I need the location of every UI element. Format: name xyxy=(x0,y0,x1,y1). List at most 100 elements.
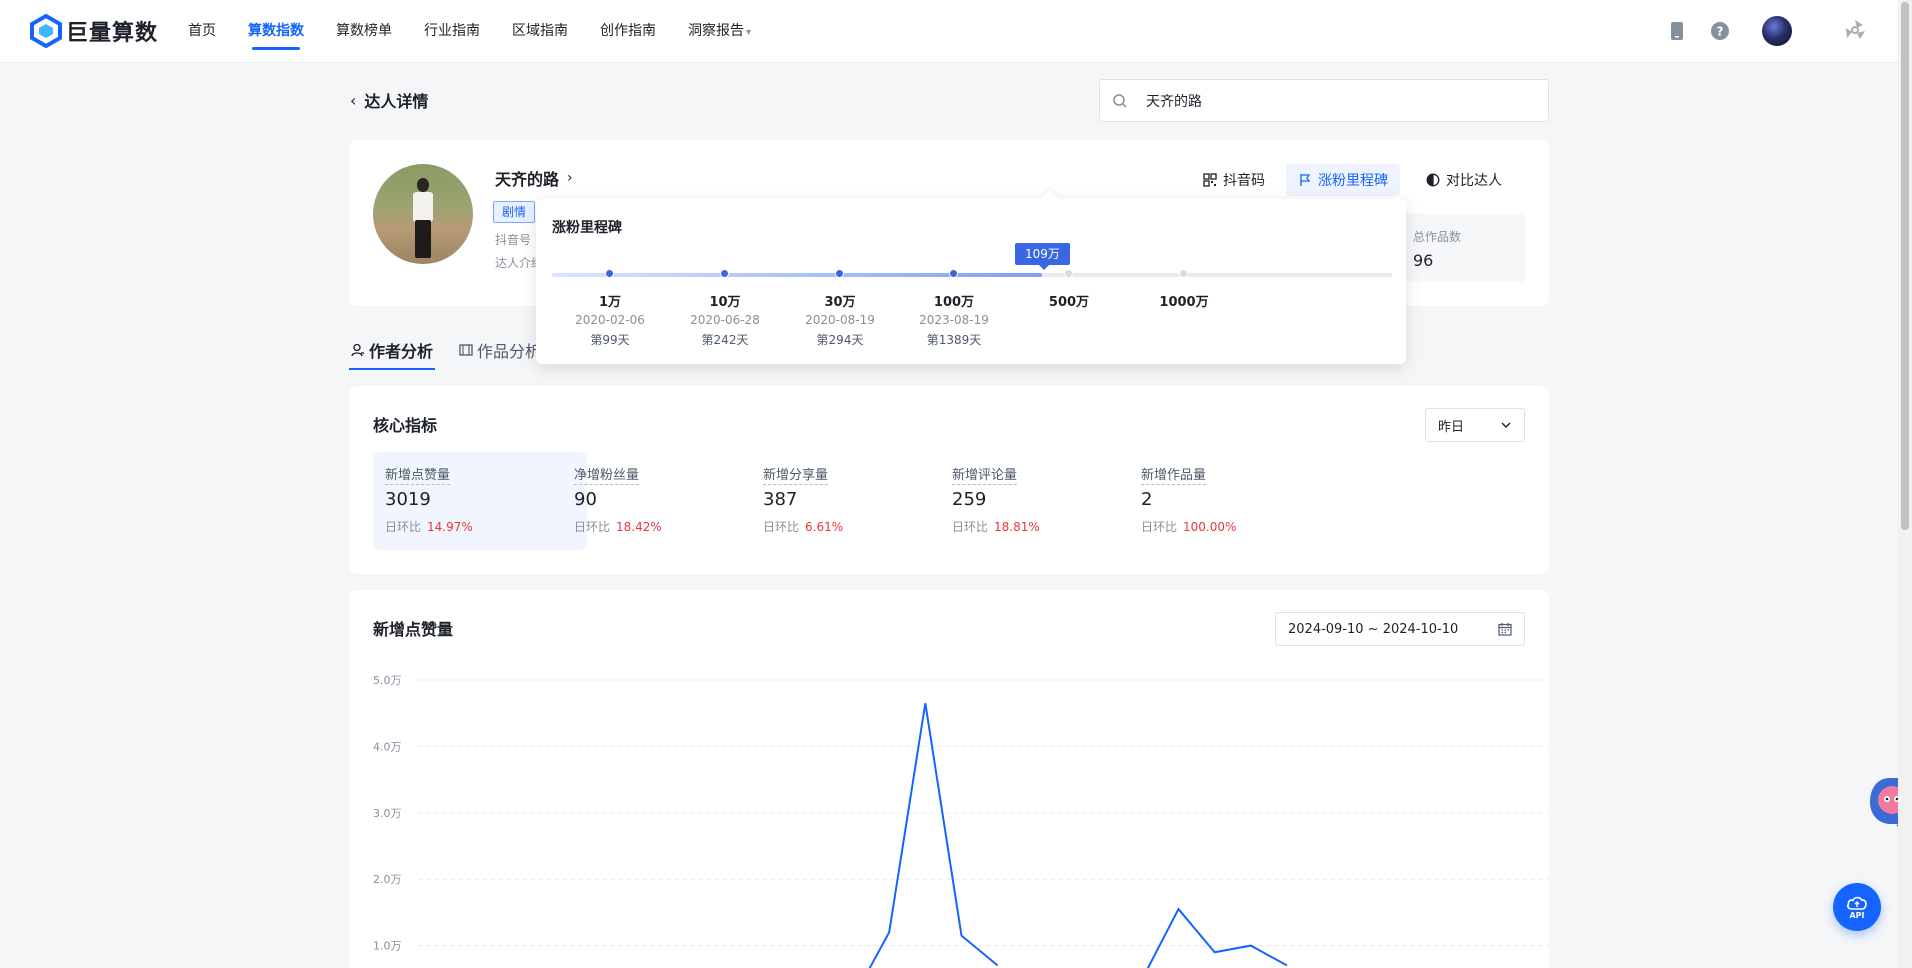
period-value: 昨日 xyxy=(1438,419,1465,435)
y-tick-label: 1.0万 xyxy=(373,940,402,953)
nav-item-6[interactable]: 洞察报告 ▾ xyxy=(688,0,751,63)
total-works-stat: 总作品数 96 xyxy=(1401,214,1525,282)
nav-item-1[interactable]: 算数指数 xyxy=(248,0,304,63)
nav-item-4[interactable]: 区域指南 xyxy=(512,0,568,63)
milestone-track xyxy=(552,273,1392,277)
likes-line-chart: 1.0万 2.0万 3.0万 4.0万 5.0万 xyxy=(373,674,1549,968)
chevron-down-icon xyxy=(1501,422,1511,428)
metric-compare: 日环比 18.42% xyxy=(574,518,764,535)
milestone-dot xyxy=(949,269,958,278)
compare-label: 对比达人 xyxy=(1446,173,1502,189)
search-box[interactable] xyxy=(1099,79,1549,122)
milestone-dot xyxy=(1179,269,1188,278)
page-title: 达人详情 xyxy=(364,92,429,111)
metric-compare: 日环比 14.97% xyxy=(385,518,575,535)
douyin-id-label: 抖音号 xyxy=(495,233,532,247)
likes-chart-card: 新增点赞量 2024-09-10 ~ 2024-10-10 1.0万 2.0万 3.… xyxy=(349,590,1549,968)
metric-label: 净增粉丝量 xyxy=(574,464,640,485)
compare-label: 日环比 xyxy=(574,520,611,534)
tab-0[interactable]: 作者分析 xyxy=(349,330,436,370)
chevron-left-icon: ‹ xyxy=(350,90,357,110)
milestone-dot xyxy=(1064,269,1073,278)
metric-value: 2 xyxy=(1141,489,1153,510)
milestone-level: 500万 xyxy=(1048,295,1090,310)
y-tick-label: 4.0万 xyxy=(373,740,402,753)
metric-value: 90 xyxy=(574,489,597,510)
nav-item-label: 算数榜单 xyxy=(336,23,392,39)
metric-label: 新增作品量 xyxy=(1141,464,1207,485)
milestone-button[interactable]: 涨粉里程碑 xyxy=(1286,164,1400,196)
brand-logo[interactable]: 巨量算数 xyxy=(30,14,158,48)
nav-item-label: 行业指南 xyxy=(424,23,480,39)
metric-value: 3019 xyxy=(385,489,431,510)
metric-card-0[interactable]: 新增点赞量 3019 日环比 14.97% xyxy=(373,452,587,550)
user-avatar[interactable] xyxy=(1762,16,1792,46)
svg-text:?: ? xyxy=(1717,25,1724,39)
compare-label: 日环比 xyxy=(385,520,422,534)
analysis-tabs: 作者分析 作品分析 xyxy=(349,330,565,370)
period-select[interactable]: 昨日 xyxy=(1425,408,1525,442)
y-tick-label: 3.0万 xyxy=(373,807,402,820)
metric-card-1[interactable]: 净增粉丝量 90 日环比 18.42% xyxy=(562,452,776,550)
user-icon xyxy=(351,343,364,357)
milestone-days: 第294天 xyxy=(816,333,864,347)
series-line-0 xyxy=(1146,907,1288,968)
help-icon[interactable]: ? xyxy=(1709,20,1731,42)
y-tick-label: 5.0万 xyxy=(373,674,402,687)
milestone-level: 1000万 xyxy=(1159,295,1209,310)
mobile-icon[interactable] xyxy=(1666,20,1688,42)
nav-item-2[interactable]: 算数榜单 xyxy=(336,0,392,63)
metric-card-4[interactable]: 新增作品量 2 日环比 100.00% xyxy=(1129,452,1343,550)
nav-item-5[interactable]: 创作指南 xyxy=(600,0,656,63)
nav-item-3[interactable]: 行业指南 xyxy=(424,0,480,63)
y-tick-label: 2.0万 xyxy=(373,873,402,886)
brand-logo-icon xyxy=(30,14,62,48)
api-button[interactable]: API xyxy=(1833,883,1881,931)
metrics-row: 新增点赞量 3019 日环比 14.97% 净增粉丝量 90 日环比 18.42% 新增分享量 3… xyxy=(373,452,1525,550)
brand-name: 巨量算数 xyxy=(66,21,159,46)
scroll-thumb[interactable] xyxy=(1901,2,1909,530)
cloud-icon xyxy=(1847,896,1867,910)
milestone-date: 2023-08-19 xyxy=(919,313,989,327)
metric-value: 387 xyxy=(763,489,798,510)
search-input[interactable] xyxy=(1146,92,1526,109)
tab-label: 作者分析 xyxy=(369,342,434,361)
metric-value: 259 xyxy=(952,489,987,510)
stat-value: 96 xyxy=(1413,251,1434,270)
back-to-list[interactable]: ‹ 达人详情 xyxy=(350,88,428,112)
milestone-label: 涨粉里程碑 xyxy=(1318,173,1388,189)
tab-1[interactable]: 作品分析 xyxy=(457,330,543,370)
api-label: API xyxy=(1849,910,1865,920)
qrcode-button[interactable]: 抖音码 xyxy=(1191,164,1277,196)
milestone-date: 2020-08-19 xyxy=(805,313,875,327)
page-scrollbar[interactable] xyxy=(1898,0,1912,968)
main-menu: 首页 算数指数 算数榜单 行业指南 区域指南 创作指南 洞察报告 ▾ xyxy=(188,0,783,63)
compare-icon xyxy=(1426,173,1440,187)
milestone-dot xyxy=(835,269,844,278)
metric-compare: 日环比 100.00% xyxy=(1141,518,1331,535)
compare-button[interactable]: 对比达人 xyxy=(1414,164,1514,196)
milestone-level: 10万 xyxy=(709,295,741,310)
film-icon xyxy=(459,344,473,356)
milestone-popover: 涨粉里程碑 109万 1万 2020-02-06 第99天 10万 2020-06-28… xyxy=(536,199,1406,364)
nav-item-label: 创作指南 xyxy=(600,23,656,39)
nav-item-0[interactable]: 首页 xyxy=(188,0,216,63)
metric-label: 新增点赞量 xyxy=(385,464,451,485)
compare-pct: 18.81% xyxy=(994,520,1040,534)
current-followers-badge: 109万 xyxy=(1015,243,1070,270)
compare-pct: 14.97% xyxy=(427,520,473,534)
milestone-dot xyxy=(720,269,729,278)
qrcode-label: 抖音码 xyxy=(1223,173,1265,189)
flag-icon xyxy=(1300,174,1311,186)
metric-label: 新增评论量 xyxy=(952,464,1018,485)
search-icon xyxy=(1113,93,1127,108)
nav-item-label: 区域指南 xyxy=(512,23,568,39)
qrcode-icon xyxy=(1203,173,1217,187)
metric-card-2[interactable]: 新增分享量 387 日环比 6.61% xyxy=(751,452,965,550)
milestone-level: 30万 xyxy=(824,295,856,310)
milestone-title: 涨粉里程碑 xyxy=(552,220,622,236)
metric-compare: 日环比 6.61% xyxy=(763,518,953,535)
metric-card-3[interactable]: 新增评论量 259 日环比 18.81% xyxy=(940,452,1154,550)
app-switch-icon[interactable] xyxy=(1842,17,1868,43)
compare-label: 日环比 xyxy=(763,520,800,534)
